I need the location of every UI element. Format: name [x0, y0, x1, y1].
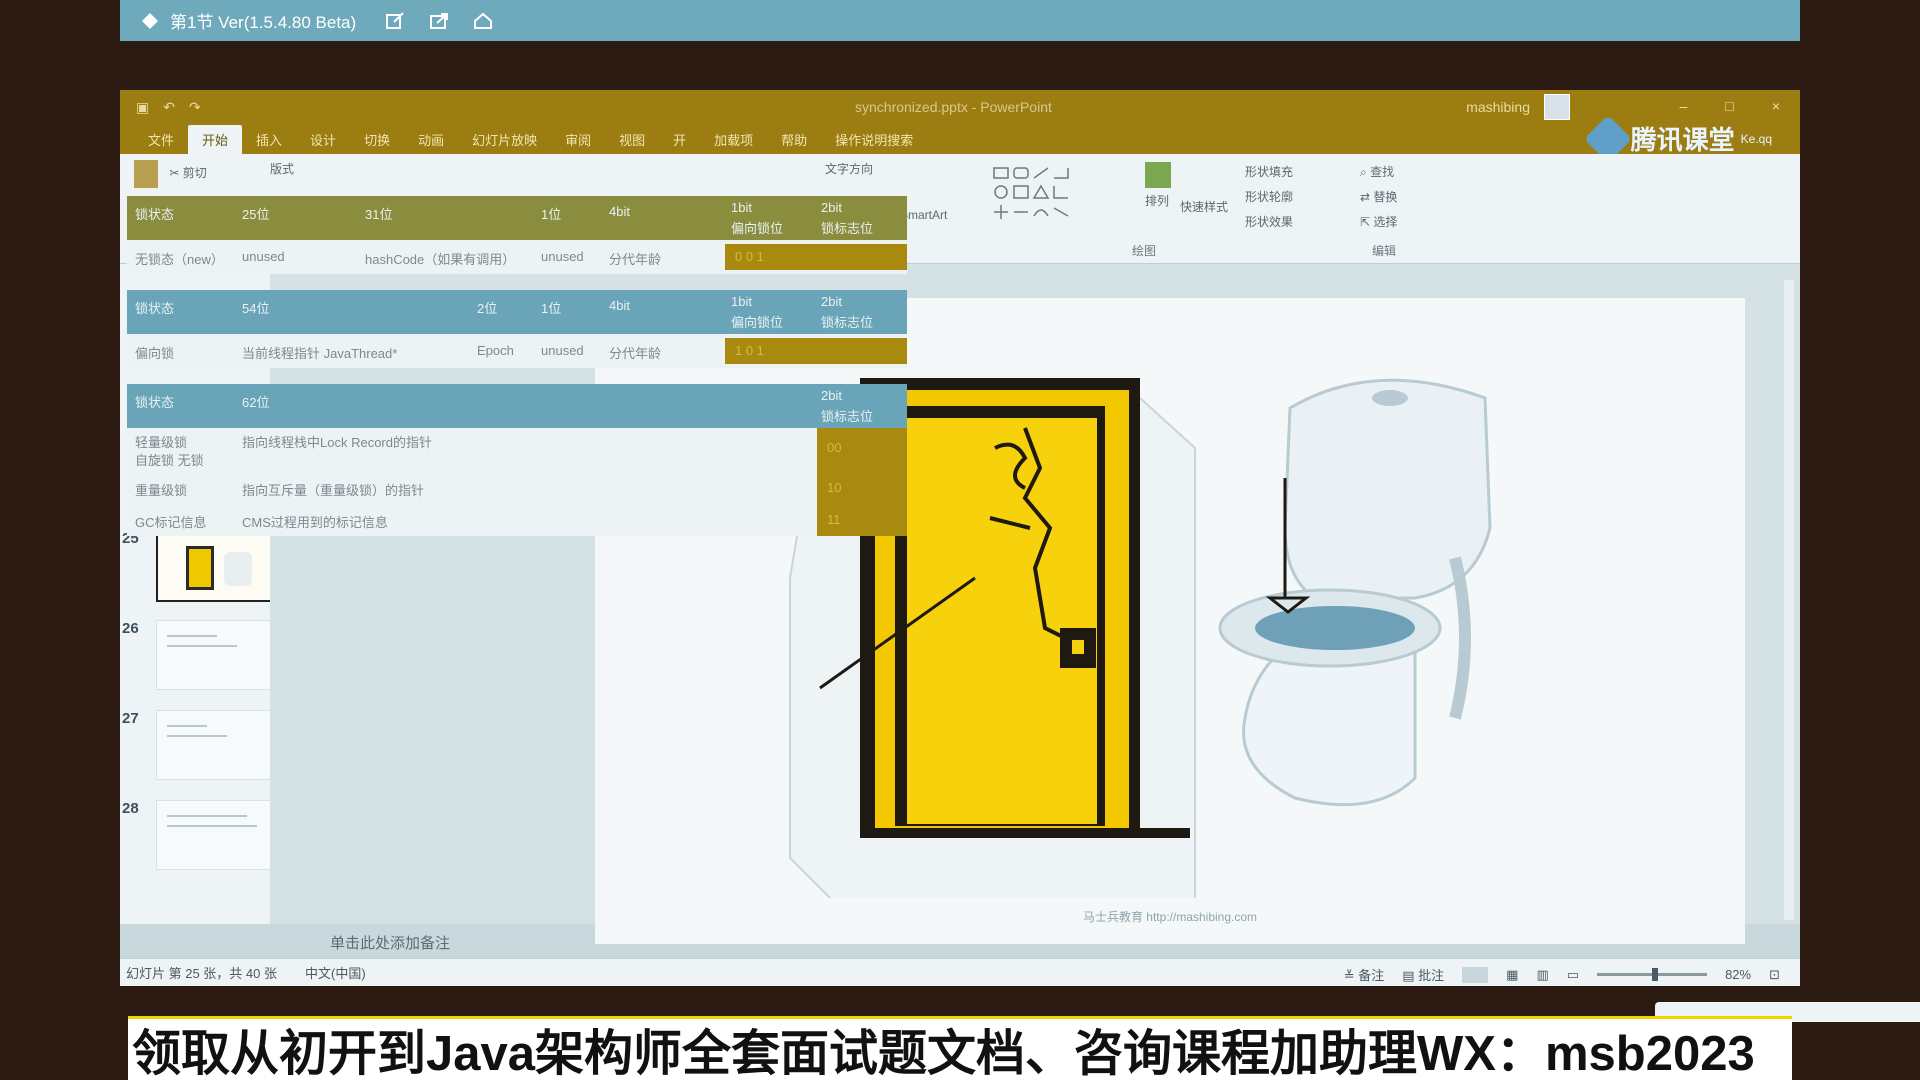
slideshow-icon[interactable]: ▭ — [1567, 967, 1579, 983]
player-title: 第1节 Ver(1.5.4.80 Beta) — [170, 13, 357, 32]
avatar[interactable] — [1544, 94, 1570, 120]
select-button[interactable]: ⇱ 选择 — [1360, 210, 1397, 235]
user-name[interactable]: mashibing — [1466, 99, 1530, 115]
slide-number: 27 — [122, 710, 139, 727]
caption-text: 领取从初开到Java架构师全套面试题文档、咨询课程加助理WX：msb2023 — [132, 1027, 1755, 1080]
brand-logo: 腾讯课堂 Ke.qq — [1583, 114, 1772, 163]
home-icon[interactable] — [472, 10, 494, 32]
mark-word-table: 锁状态 25位 31位 1位 4bit 1bit 偏向锁位 2bit 锁标志位 … — [127, 196, 907, 536]
tab-addins[interactable]: 加载项 — [700, 125, 767, 154]
slide-info: 幻灯片 第 25 张，共 40 张 — [126, 966, 277, 981]
maximize-icon[interactable]: □ — [1725, 98, 1733, 114]
tab-animations[interactable]: 动画 — [404, 125, 458, 154]
tab-insert[interactable]: 插入 — [242, 125, 296, 154]
table-row: 重量级锁 指向互斥量（重量级锁）的指针 10 — [127, 472, 907, 504]
tab-view[interactable]: 视图 — [605, 125, 659, 154]
language-indicator[interactable]: 中文(中国) — [305, 963, 366, 982]
table-row: 轻量级锁 自旋锁 无锁 指向线程栈中Lock Record的指针 00 — [127, 428, 907, 472]
app-logo-icon — [142, 12, 158, 29]
comments-button[interactable]: ▤ 批注 — [1402, 965, 1444, 984]
tell-me-search[interactable]: 操作说明搜索 — [821, 125, 927, 154]
table-row: 锁状态 25位 31位 1位 4bit 1bit 偏向锁位 2bit 锁标志位 — [127, 196, 907, 240]
slide-number: 28 — [122, 800, 139, 817]
table-row: 锁状态 54位 2位 1位 4bit 1bit 偏向锁位 2bit 锁标志位 — [127, 290, 907, 334]
title-bar: ▣ ↶ ↷ synchronized.pptx - PowerPoint mas… — [120, 90, 1800, 124]
document-title: synchronized.pptx - PowerPoint — [855, 99, 1052, 115]
slide-thumbnail[interactable] — [156, 800, 274, 870]
edit-icon[interactable] — [384, 10, 406, 32]
slide-sorter-icon[interactable]: ▦ — [1506, 967, 1518, 983]
slide-number: 26 — [122, 620, 139, 637]
table-row: GC标记信息 CMS过程用到的标记信息 11 — [127, 504, 907, 536]
undo-icon[interactable]: ↶ — [163, 99, 175, 116]
tab-home[interactable]: 开始 — [188, 125, 243, 154]
shape-outline-button[interactable]: 形状轮廓 — [1245, 185, 1293, 210]
clipboard-group: ✂ 剪切 — [134, 160, 207, 188]
find-button[interactable]: ⌕ 查找 — [1360, 160, 1397, 185]
table-row: 锁状态 62位 2bit 锁标志位 — [127, 384, 907, 428]
drawing-group-label: 绘图 — [1132, 244, 1157, 258]
shapes-gallery[interactable] — [990, 164, 1130, 224]
text-direction-button[interactable]: 文字方向 — [825, 160, 873, 177]
shape-effects-button[interactable]: 形状效果 — [1245, 210, 1293, 235]
slide-thumbnail-selected[interactable] — [156, 532, 274, 602]
paste-icon[interactable] — [134, 160, 158, 188]
toilet-icon — [1218, 378, 1492, 807]
smartart-button[interactable]: SmartArt — [900, 208, 947, 222]
slide-thumbnail[interactable] — [156, 620, 274, 690]
tab-design[interactable]: 设计 — [296, 125, 350, 154]
tab-file[interactable]: 文件 — [134, 125, 188, 154]
editing-group: ⌕ 查找 ⇄ 替换 ⇱ 选择 — [1360, 160, 1397, 235]
layout-button[interactable]: 版式 — [270, 162, 294, 176]
quick-styles-button[interactable]: 快速样式 — [1180, 198, 1228, 215]
editing-group-label: 编辑 — [1372, 244, 1397, 258]
caption-banner: 领取从初开到Java架构师全套面试题文档、咨询课程加助理WX：msb2023 — [128, 1016, 1792, 1080]
shape-fill-button[interactable]: 形状填充 — [1245, 160, 1293, 185]
tab-help[interactable]: 帮助 — [767, 125, 821, 154]
vertical-scrollbar[interactable] — [1784, 280, 1794, 920]
slides-group: 版式 — [270, 160, 294, 177]
fit-window-icon[interactable]: ⊡ — [1769, 967, 1780, 983]
share-icon[interactable] — [428, 10, 450, 32]
save-icon[interactable]: ▣ — [136, 99, 149, 116]
tab-review[interactable]: 审阅 — [551, 125, 605, 154]
ribbon-tabs: 文件 开始 插入 设计 切换 动画 幻灯片放映 审阅 视图 开 加载项 帮助 操… — [120, 114, 1800, 163]
arrange-button[interactable]: 排列 — [1145, 162, 1171, 209]
notes-placeholder[interactable]: 单击此处添加备注 — [330, 932, 450, 953]
redo-icon[interactable]: ↷ — [189, 99, 201, 116]
player-bar: 第1节 Ver(1.5.4.80 Beta) — [120, 0, 1800, 41]
cut-button[interactable]: ✂ 剪切 — [169, 166, 206, 180]
reading-view-icon[interactable]: ▥ — [1536, 967, 1548, 983]
close-icon[interactable]: × — [1772, 98, 1780, 114]
zoom-level[interactable]: 82% — [1725, 967, 1751, 982]
slide-footer: 马士兵教育 http://mashibing.com — [1082, 910, 1258, 924]
replace-button[interactable]: ⇄ 替换 — [1360, 185, 1397, 210]
tab-dev[interactable]: 开 — [659, 125, 700, 154]
tab-slideshow[interactable]: 幻灯片放映 — [458, 125, 551, 154]
notes-button[interactable]: ≚ 备注 — [1344, 965, 1385, 984]
minimize-icon[interactable]: – — [1680, 98, 1688, 114]
status-bar: 幻灯片 第 25 张，共 40 张 中文(中国) ≚ 备注 ▤ 批注 ▦ ▥ ▭… — [120, 958, 1800, 986]
normal-view-icon[interactable] — [1462, 966, 1489, 983]
tab-transitions[interactable]: 切换 — [350, 125, 404, 154]
zoom-slider[interactable] — [1597, 968, 1708, 981]
shape-format-group: 形状填充 形状轮廓 形状效果 — [1245, 160, 1293, 235]
table-row: 偏向锁 当前线程指针 JavaThread* Epoch unused 分代年龄… — [127, 334, 907, 368]
table-row: 无锁态（new） unused hashCode（如果有调用） unused 分… — [127, 240, 907, 274]
slide-thumbnail[interactable] — [156, 710, 274, 780]
